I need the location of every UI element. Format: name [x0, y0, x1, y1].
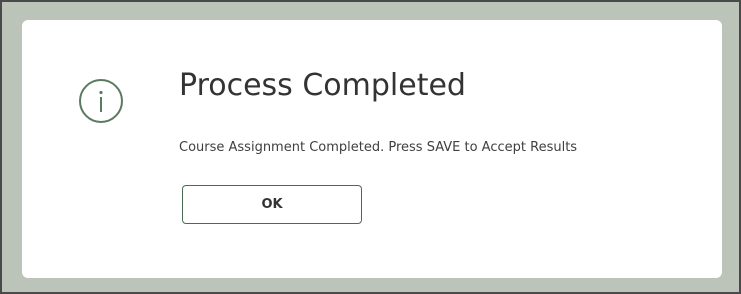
dialog-title: Process Completed — [179, 68, 466, 103]
ok-button[interactable]: OK — [182, 185, 362, 224]
info-icon — [79, 79, 123, 123]
process-completed-dialog: Process Completed Course Assignment Comp… — [22, 20, 722, 278]
dialog-message: Course Assignment Completed. Press SAVE … — [179, 140, 578, 155]
modal-backdrop: Process Completed Course Assignment Comp… — [0, 0, 741, 294]
